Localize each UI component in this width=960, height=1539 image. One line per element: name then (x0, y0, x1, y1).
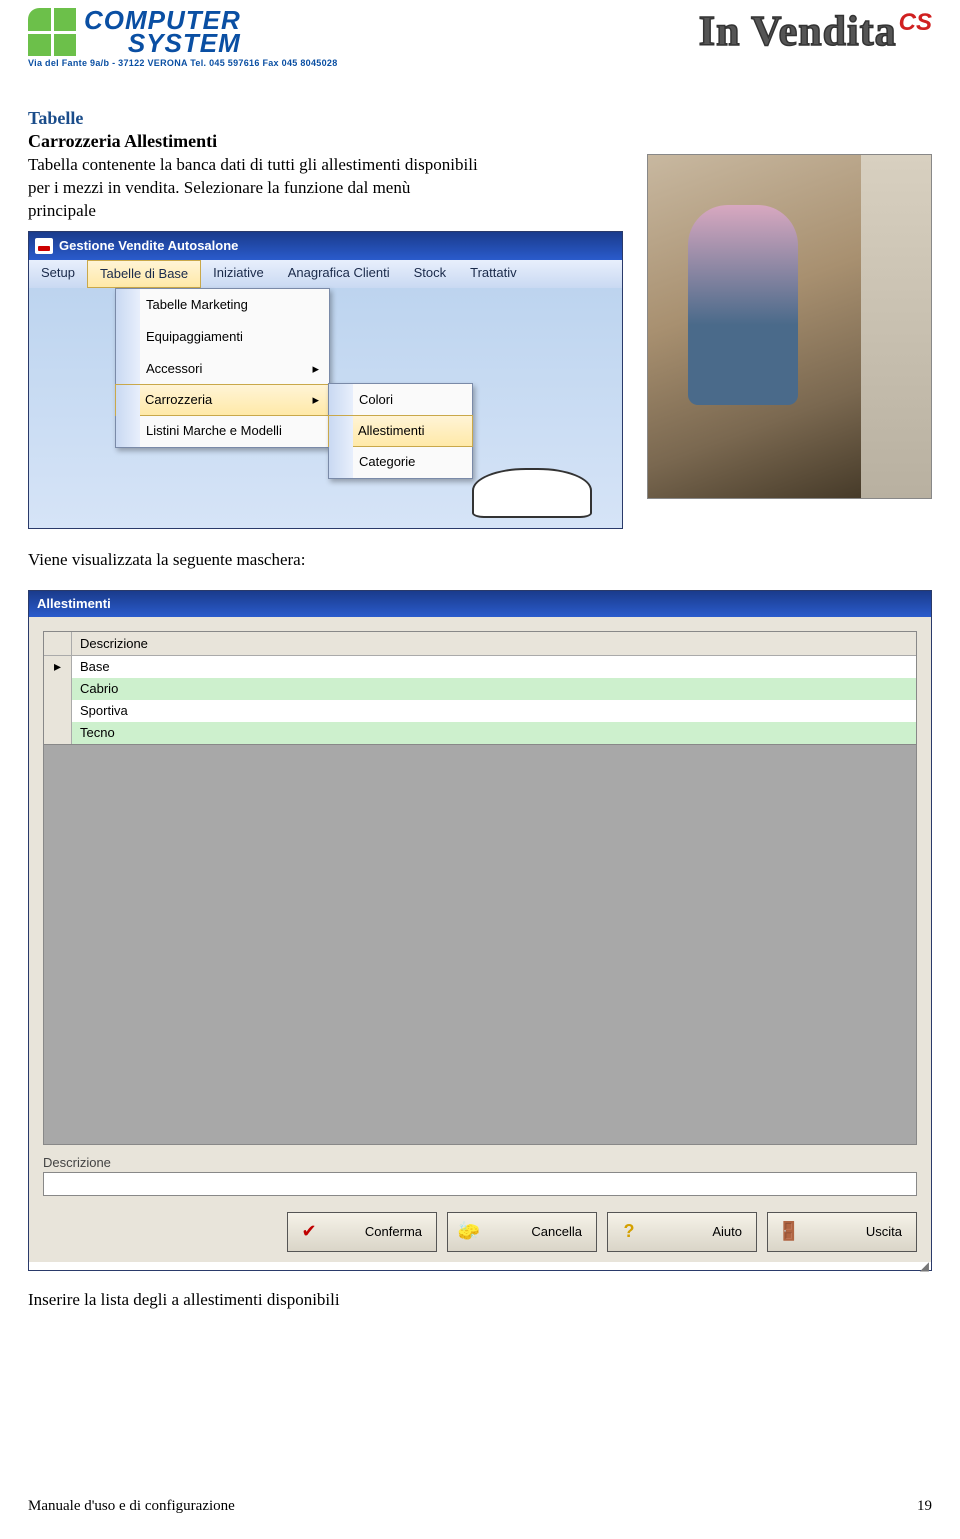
menu-anagrafica[interactable]: Anagrafica Clienti (276, 260, 402, 288)
descrizione-input[interactable] (43, 1172, 917, 1196)
section-paragraph-3: Inserire la lista degli a allestimenti d… (28, 1289, 932, 1312)
aiuto-button[interactable]: ?Aiuto (607, 1212, 757, 1252)
eraser-icon: 🧽 (456, 1219, 482, 1245)
submenu-arrow-icon: ▸ (312, 361, 319, 377)
sub-dropdown-carrozzeria: Colori Allestimenti Categorie (328, 383, 473, 479)
menu-bar: Setup Tabelle di Base Iniziative Anagraf… (29, 260, 622, 288)
menu-setup[interactable]: Setup (29, 260, 87, 288)
dropdown-tabelle: Tabelle Marketing Equipaggiamenti Access… (115, 288, 330, 448)
page-header: COMPUTER SYSTEM Via del Fante 9a/b - 371… (28, 8, 932, 68)
product-logo-block: In Vendita CS (699, 8, 932, 56)
menu-tabelle[interactable]: Tabelle di Base (87, 260, 201, 288)
section-subheading: Carrozzeria Allestimenti (28, 131, 932, 152)
footer-left: Manuale d'uso e di configurazione (28, 1498, 235, 1515)
company-address: Via del Fante 9a/b - 37122 VERONA Tel. 0… (28, 58, 338, 68)
page-footer: Manuale d'uso e di configurazione 19 (28, 1498, 932, 1515)
resize-grip-icon[interactable]: ◢ (29, 1262, 931, 1270)
sub-item-categorie[interactable]: Categorie (329, 446, 472, 478)
table-row[interactable]: Sportiva (44, 700, 916, 722)
conferma-button[interactable]: ✔Conferma (287, 1212, 437, 1252)
help-icon: ? (616, 1219, 642, 1245)
uscita-button[interactable]: 🚪Uscita (767, 1212, 917, 1252)
window-title-bar: Gestione Vendite Autosalone (29, 232, 622, 260)
grid-column-header[interactable]: Descrizione (72, 632, 916, 655)
product-name: In Vendita (699, 8, 897, 56)
section-heading: Tabelle (28, 108, 932, 129)
row-pointer-icon: ▸ (44, 656, 72, 678)
allestimenti-window: Allestimenti Descrizione ▸Base Cabrio Sp… (28, 590, 932, 1271)
sub-item-colori[interactable]: Colori (329, 384, 472, 416)
menu-trattativ[interactable]: Trattativ (458, 260, 528, 288)
dropdown-item-accessori[interactable]: Accessori▸ (116, 353, 329, 385)
menu-iniziative[interactable]: Iniziative (201, 260, 276, 288)
product-badge: CS (899, 9, 932, 37)
footer-page-number: 19 (917, 1498, 932, 1515)
section-paragraph-2: Viene visualizzata la seguente maschera: (28, 549, 932, 572)
window-title: Gestione Vendite Autosalone (59, 238, 238, 253)
side-photo (647, 154, 932, 499)
menu-screenshot: Gestione Vendite Autosalone Setup Tabell… (28, 231, 623, 529)
table-row[interactable]: Cabrio (44, 678, 916, 700)
company-logo-block: COMPUTER SYSTEM Via del Fante 9a/b - 371… (28, 8, 338, 68)
section-paragraph-1: Tabella contenente la banca dati di tutt… (28, 154, 478, 223)
table-row[interactable]: ▸Base (44, 656, 916, 678)
company-name-line2: SYSTEM (84, 32, 241, 55)
dropdown-item-carrozzeria[interactable]: Carrozzeria▸ (115, 384, 330, 416)
allestimenti-title-bar: Allestimenti (29, 591, 931, 617)
exit-icon: 🚪 (776, 1219, 802, 1245)
menu-stock[interactable]: Stock (402, 260, 459, 288)
car-sketch-icon (472, 468, 592, 518)
app-icon (35, 238, 53, 254)
dropdown-item-equipaggiamenti[interactable]: Equipaggiamenti (116, 321, 329, 353)
check-icon: ✔ (296, 1219, 322, 1245)
data-grid: Descrizione ▸Base Cabrio Sportiva Tecno (43, 631, 917, 1145)
field-label-descrizione: Descrizione (43, 1155, 917, 1170)
submenu-arrow-icon: ▸ (312, 392, 319, 408)
cancella-button[interactable]: 🧽Cancella (447, 1212, 597, 1252)
dropdown-item-listini[interactable]: Listini Marche e Modelli (116, 415, 329, 447)
dropdown-item-marketing[interactable]: Tabelle Marketing (116, 289, 329, 321)
table-row[interactable]: Tecno (44, 722, 916, 744)
logo-icon (28, 8, 76, 56)
sub-item-allestimenti[interactable]: Allestimenti (328, 415, 473, 447)
